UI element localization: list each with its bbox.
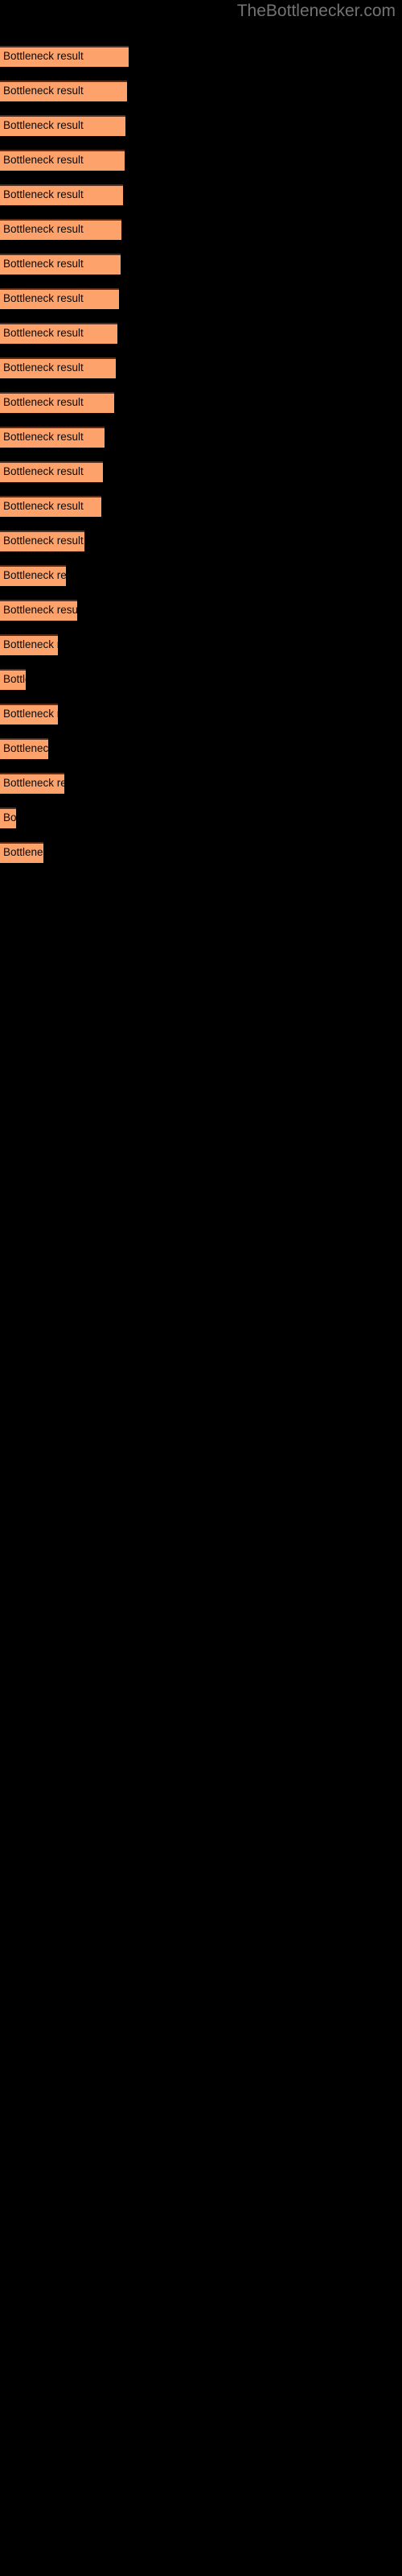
- bar-row: Bottleneck result: [0, 427, 105, 448]
- bar-label: Bottleneck result: [3, 361, 84, 374]
- bar-clip: Bottleneck result: [0, 427, 105, 448]
- bar-label: Bottleneck result: [3, 188, 84, 200]
- bar-clip: Bottleneck result: [0, 496, 101, 517]
- bar-clip: Bottleneck result: [0, 219, 121, 240]
- bar-label: Bottleneck result: [3, 777, 64, 789]
- bar-row: Bottleneck result: [0, 634, 58, 655]
- bar-row: Bottleneck result: [0, 392, 114, 413]
- bar-row: Bottleneck result: [0, 807, 16, 828]
- bar-label: Bottleneck result: [3, 119, 84, 131]
- bar-clip: Bottleneck result: [0, 323, 117, 344]
- bar-label: Bottleneck result: [3, 535, 84, 547]
- bar-label: Bottleneck result: [3, 846, 43, 858]
- bar-row: Bottleneck result: [0, 461, 103, 482]
- bar-row: Bottleneck result: [0, 496, 101, 517]
- bar-clip: Bottleneck result: [0, 600, 77, 621]
- bar-label: Bottleneck result: [3, 811, 16, 824]
- bar-row: Bottleneck result: [0, 704, 58, 724]
- bar-clip: Bottleneck result: [0, 150, 125, 171]
- bar-row: Bottleneck result: [0, 357, 116, 378]
- bar-label: Bottleneck result: [3, 673, 26, 685]
- bar-row: Bottleneck result: [0, 219, 121, 240]
- bar-label: Bottleneck result: [3, 154, 84, 166]
- bar-clip: Bottleneck result: [0, 46, 129, 67]
- bar-clip: Bottleneck result: [0, 115, 125, 136]
- bar-label: Bottleneck result: [3, 223, 84, 235]
- bar-row: Bottleneck result: [0, 46, 129, 67]
- bar-clip: Bottleneck result: [0, 184, 123, 205]
- bar-row: Bottleneck result: [0, 669, 26, 690]
- bar-label: Bottleneck result: [3, 742, 48, 754]
- bar-row: Bottleneck result: [0, 842, 43, 863]
- bar-row: Bottleneck result: [0, 323, 117, 344]
- bar-row: Bottleneck result: [0, 254, 121, 275]
- bar-row: Bottleneck result: [0, 565, 66, 586]
- bar-clip: Bottleneck result: [0, 634, 58, 655]
- bar-label: Bottleneck result: [3, 500, 84, 512]
- bar-clip: Bottleneck result: [0, 288, 119, 309]
- bar-label: Bottleneck result: [3, 708, 58, 720]
- bar-row: Bottleneck result: [0, 115, 125, 136]
- bar-clip: Bottleneck result: [0, 254, 121, 275]
- bar-label: Bottleneck result: [3, 292, 84, 304]
- bar-row: Bottleneck result: [0, 600, 77, 621]
- bar-label: Bottleneck result: [3, 465, 84, 477]
- bar-row: Bottleneck result: [0, 150, 125, 171]
- bar-label: Bottleneck result: [3, 396, 84, 408]
- bar-clip: Bottleneck result: [0, 773, 64, 794]
- bar-label: Bottleneck result: [3, 258, 84, 270]
- bar-row: Bottleneck result: [0, 184, 123, 205]
- bar-row: Bottleneck result: [0, 288, 119, 309]
- bar-clip: Bottleneck result: [0, 704, 58, 724]
- bar-clip: Bottleneck result: [0, 392, 114, 413]
- bar-clip: Bottleneck result: [0, 669, 26, 690]
- bottleneck-bar-chart: Bottleneck result Bottleneck result Bottle…: [0, 0, 402, 2576]
- bar-label: Bottleneck result: [3, 431, 84, 443]
- bar-label: Bottleneck result: [3, 50, 84, 62]
- bar-row: Bottleneck result: [0, 773, 64, 794]
- bar-label: Bottleneck result: [3, 327, 84, 339]
- bar-clip: Bottleneck result: [0, 80, 127, 101]
- bar-clip: Bottleneck result: [0, 565, 66, 586]
- bar-clip: Bottleneck result: [0, 530, 84, 551]
- bar-clip: Bottleneck result: [0, 807, 16, 828]
- bar-row: Bottleneck result: [0, 80, 127, 101]
- bar-label: Bottleneck result: [3, 604, 77, 616]
- bar-label: Bottleneck result: [3, 569, 66, 581]
- bar-label: Bottleneck result: [3, 85, 84, 97]
- bar-clip: Bottleneck result: [0, 357, 116, 378]
- bar-row: Bottleneck result: [0, 738, 48, 759]
- bar-label: Bottleneck result: [3, 638, 58, 650]
- bar-clip: Bottleneck result: [0, 461, 103, 482]
- bar-clip: Bottleneck result: [0, 842, 43, 863]
- bar-row: Bottleneck result: [0, 530, 84, 551]
- bar-clip: Bottleneck result: [0, 738, 48, 759]
